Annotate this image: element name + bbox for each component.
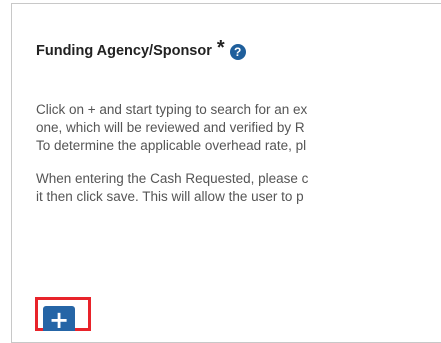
- instruction-line: one, which will be reviewed and verified…: [36, 120, 305, 135]
- instruction-line: it then click save. This will allow the …: [36, 189, 304, 204]
- plus-icon: +: [48, 306, 70, 334]
- help-icon[interactable]: ?: [229, 44, 246, 60]
- instruction-line: Click on + and start typing to search fo…: [36, 102, 308, 117]
- section-title: Funding Agency/Sponsor: [36, 43, 212, 59]
- instruction-line: To determine the applicable overhead rat…: [36, 138, 307, 153]
- required-marker: *: [216, 37, 225, 59]
- section-header: Funding Agency/Sponsor * ?: [36, 37, 246, 61]
- instructions-paragraph-2: When entering the Cash Requested, please…: [36, 170, 441, 206]
- add-sponsor-button[interactable]: +: [43, 306, 75, 334]
- instruction-line: When entering the Cash Requested, please…: [36, 171, 309, 186]
- instructions-paragraph-1: Click on + and start typing to search fo…: [36, 101, 441, 155]
